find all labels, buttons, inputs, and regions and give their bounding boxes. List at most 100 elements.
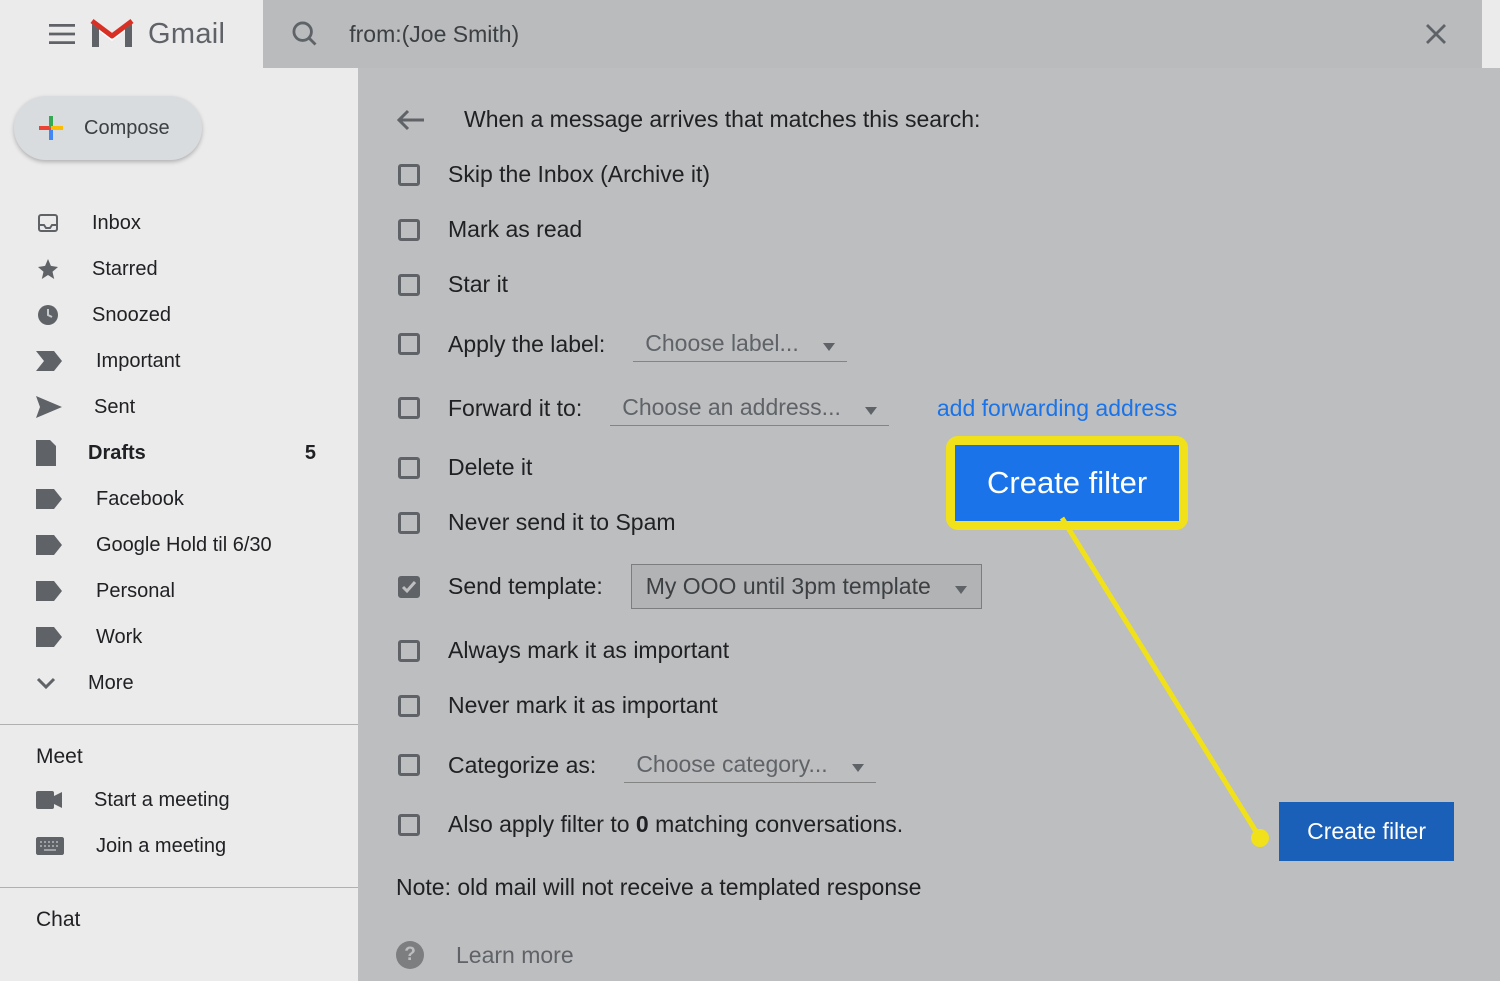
meet-item-label: Join a meeting — [96, 835, 226, 858]
star-icon — [36, 257, 60, 281]
compose-button[interactable]: Compose — [14, 96, 202, 160]
gmail-logo[interactable]: Gmail — [90, 17, 225, 51]
label-icon — [36, 627, 64, 647]
arrow-left-icon — [396, 108, 426, 132]
dropdown-value: My OOO until 3pm template — [646, 573, 931, 600]
filter-option-label: Apply the label: — [448, 331, 605, 358]
meet-item-start-a-meeting[interactable]: Start a meeting — [0, 777, 358, 823]
filter-option-row: Skip the Inbox (Archive it) — [398, 161, 1454, 188]
main-menu-button[interactable] — [38, 10, 86, 58]
sidebar-item-inbox[interactable]: Inbox — [0, 200, 358, 246]
sidebar-item-label: Personal — [96, 580, 175, 603]
sent-icon — [36, 396, 62, 418]
create-filter-panel: When a message arrives that matches this… — [358, 68, 1500, 981]
filter-option-checkbox[interactable] — [398, 397, 420, 419]
search-icon[interactable] — [291, 20, 319, 48]
filter-option-checkbox[interactable] — [398, 512, 420, 534]
search-bar — [263, 0, 1482, 68]
sidebar-item-google-hold-til-6-30[interactable]: Google Hold til 6/30 — [0, 522, 358, 568]
filter-option-row: Send template:My OOO until 3pm template — [398, 564, 1454, 609]
filter-option-checkbox[interactable] — [398, 333, 420, 355]
filter-option-label: Never mark it as important — [448, 692, 718, 719]
filter-option-label: Star it — [448, 271, 508, 298]
search-input[interactable] — [349, 21, 1388, 48]
important-icon — [36, 351, 64, 371]
filter-option-label: Forward it to: — [448, 395, 582, 422]
label-icon — [36, 535, 64, 555]
sidebar-item-sent[interactable]: Sent — [0, 384, 358, 430]
sidebar-item-drafts[interactable]: Drafts5 — [0, 430, 358, 476]
help-icon: ? — [396, 941, 424, 969]
sidebar-item-personal[interactable]: Personal — [0, 568, 358, 614]
plus-icon — [36, 113, 66, 143]
label-icon — [36, 581, 64, 601]
add-forwarding-address-link[interactable]: add forwarding address — [937, 395, 1177, 422]
filter-option-checkbox[interactable] — [398, 754, 420, 776]
create-filter-button[interactable]: Create filter — [1279, 802, 1454, 861]
sidebar-item-label: Inbox — [92, 212, 141, 235]
filter-option-checkbox[interactable] — [398, 695, 420, 717]
keyboard-icon — [36, 837, 64, 855]
filter-option-checkbox[interactable] — [398, 457, 420, 479]
filter-option-checkbox[interactable] — [398, 219, 420, 241]
draft-icon — [36, 440, 56, 466]
meet-item-label: Start a meeting — [94, 789, 230, 812]
filter-option-row: Delete it — [398, 454, 1454, 481]
filter-option-label: Always mark it as important — [448, 637, 729, 664]
sidebar-item-starred[interactable]: Starred — [0, 246, 358, 292]
filter-option-row: Always mark it as important — [398, 637, 1454, 664]
sidebar-item-work[interactable]: Work — [0, 614, 358, 660]
filter-option-checkbox[interactable] — [398, 274, 420, 296]
filter-option-label: Delete it — [448, 454, 532, 481]
filter-option-dropdown[interactable]: Choose label... — [633, 326, 846, 362]
sidebar-item-important[interactable]: Important — [0, 338, 358, 384]
sidebar-item-label: More — [88, 672, 134, 695]
filter-option-row: Categorize as: Choose category... — [398, 747, 1454, 783]
sidebar-item-more[interactable]: More — [0, 660, 358, 706]
filter-option-dropdown[interactable]: Choose category... — [624, 747, 875, 783]
gmail-wordmark: Gmail — [148, 18, 225, 51]
caret-down-icon — [955, 573, 967, 600]
filter-option-checkbox[interactable] — [398, 640, 420, 662]
learn-more-link[interactable]: Learn more — [456, 942, 574, 969]
sidebar-item-facebook[interactable]: Facebook — [0, 476, 358, 522]
camera-icon — [36, 791, 62, 809]
label-icon — [36, 489, 64, 509]
annotation-callout: Create filter — [946, 436, 1188, 530]
sidebar-item-label: Snoozed — [92, 304, 171, 327]
filter-option-checkbox[interactable] — [398, 814, 420, 836]
filter-option-label: Skip the Inbox (Archive it) — [448, 161, 710, 188]
filter-option-dropdown[interactable]: Choose an address... — [610, 390, 889, 426]
meet-item-join-a-meeting[interactable]: Join a meeting — [0, 823, 358, 869]
caret-down-icon — [865, 394, 877, 421]
caret-down-icon — [823, 330, 835, 357]
sidebar-item-label: Sent — [94, 396, 135, 419]
clock-icon — [36, 303, 60, 327]
filter-option-checkbox[interactable] — [398, 576, 420, 598]
sidebar-item-label: Starred — [92, 258, 158, 281]
filter-option-label: Mark as read — [448, 216, 582, 243]
filter-option-label: Never send it to Spam — [448, 509, 676, 536]
filter-option-checkbox[interactable] — [398, 164, 420, 186]
filter-panel-title: When a message arrives that matches this… — [464, 106, 980, 133]
close-search-button[interactable] — [1418, 16, 1454, 52]
sidebar: Compose Inbox Starred Snoozed Important Sent… — [0, 68, 358, 981]
gmail-m-icon — [90, 17, 134, 51]
filter-option-label: Categorize as: — [448, 752, 596, 779]
hamburger-icon — [49, 24, 75, 44]
back-button[interactable] — [396, 108, 426, 132]
filter-option-row: Forward it to: Choose an address... add f… — [398, 390, 1454, 426]
inbox-icon — [36, 211, 60, 235]
sidebar-item-snoozed[interactable]: Snoozed — [0, 292, 358, 338]
filter-option-dropdown[interactable]: My OOO until 3pm template — [631, 564, 982, 609]
close-icon — [1424, 22, 1448, 46]
filter-option-row: Apply the label: Choose label... — [398, 326, 1454, 362]
dropdown-value: Choose an address... — [622, 394, 841, 421]
sidebar-item-label: Work — [96, 626, 142, 649]
filter-option-row: Mark as read — [398, 216, 1454, 243]
callout-label: Create filter — [955, 445, 1179, 521]
sidebar-item-label: Google Hold til 6/30 — [96, 534, 272, 557]
dropdown-value: Choose label... — [645, 330, 798, 357]
caret-down-icon — [852, 751, 864, 778]
filter-option-label: Also apply filter to 0 matching conversa… — [448, 811, 903, 838]
